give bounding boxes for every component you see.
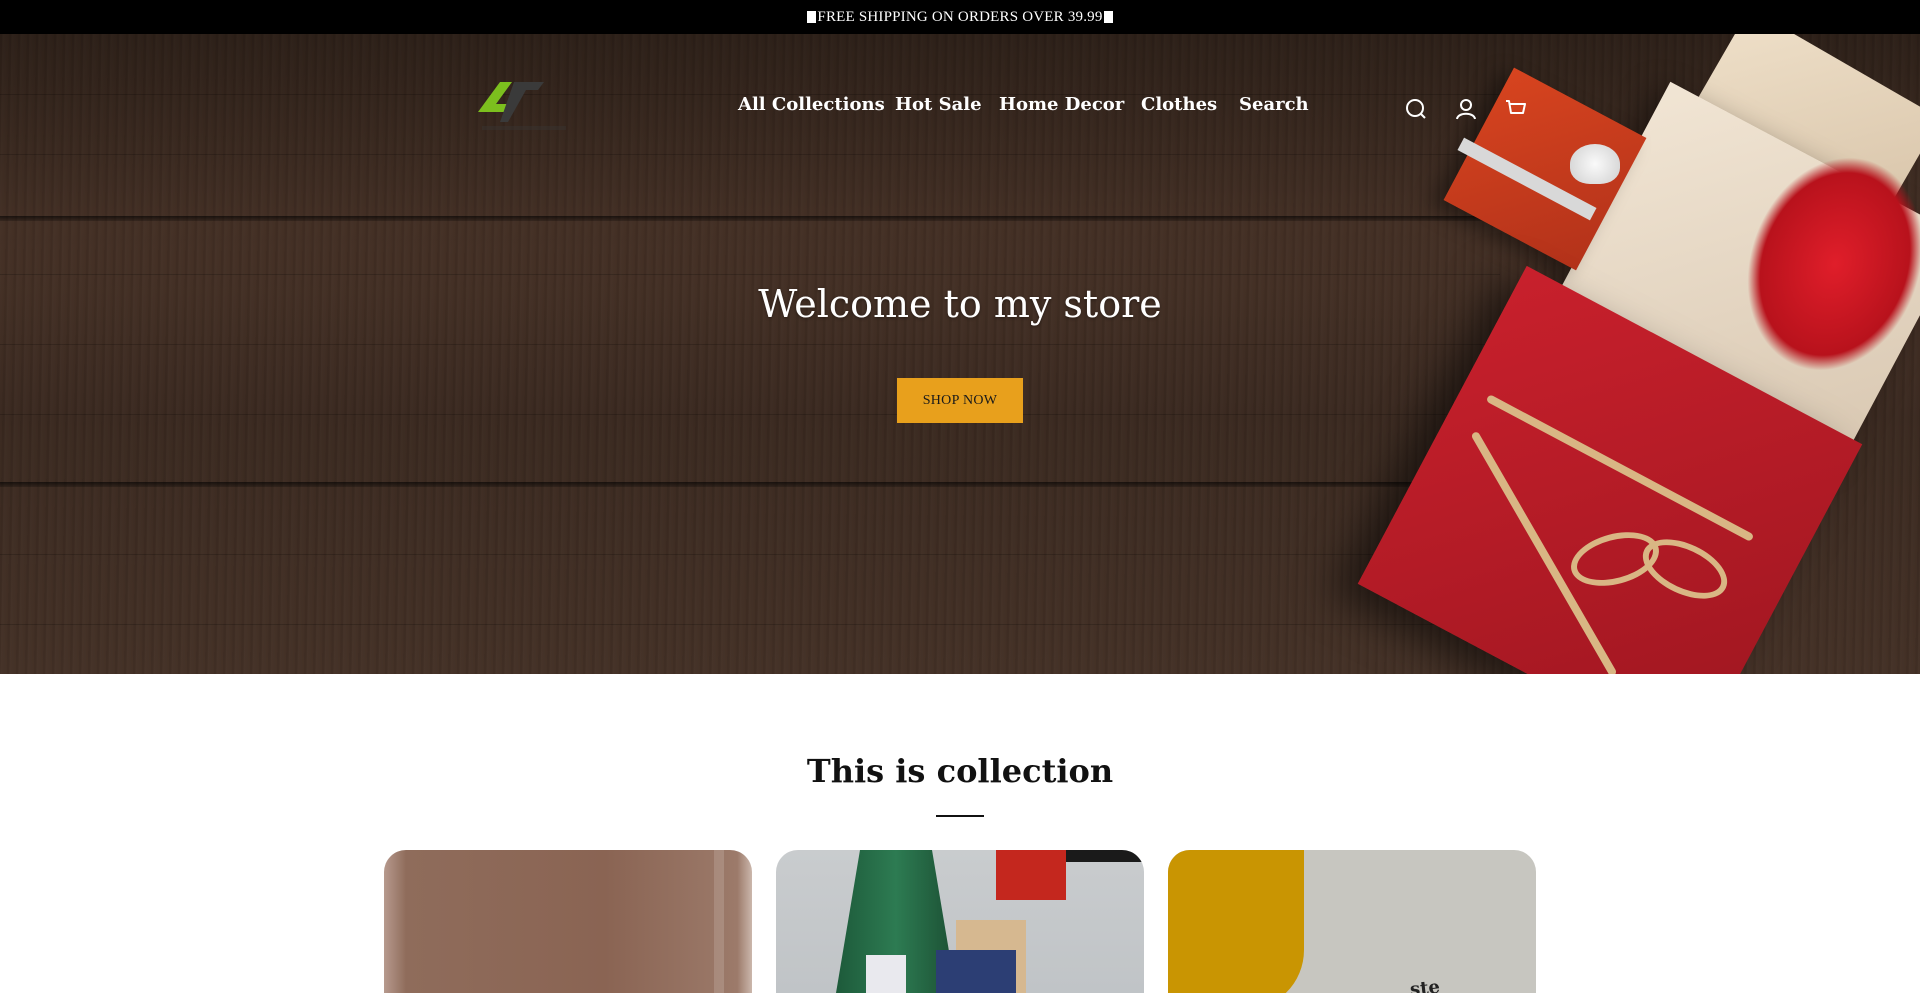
cart-icon <box>1506 100 1526 114</box>
search-button[interactable] <box>1403 96 1429 122</box>
main-nav: All Collections Hot Sale Home Decor Clot… <box>0 94 1920 124</box>
wood-plank-seam <box>0 482 1500 487</box>
gift-bow-image <box>1570 144 1620 184</box>
nav-search[interactable]: Search <box>1239 94 1309 115</box>
collection-card-3[interactable]: ste <box>1168 850 1536 993</box>
hero-banner <box>0 34 1920 674</box>
nav-hot-sale[interactable]: Hot Sale <box>895 94 982 115</box>
wood-grain <box>0 344 1500 345</box>
shopping-bag-image <box>866 955 906 993</box>
nav-clothes[interactable]: Clothes <box>1141 94 1217 115</box>
wood-grain <box>0 554 1500 555</box>
card-image-text: ste <box>1408 976 1441 993</box>
wood-grain <box>0 624 1500 625</box>
nav-home-decor[interactable]: Home Decor <box>999 94 1124 115</box>
collection-card-1[interactable] <box>384 850 752 993</box>
account-button[interactable] <box>1453 96 1479 122</box>
card-image-detail <box>714 850 724 993</box>
wood-grain <box>0 154 1500 155</box>
wood-plank-seam <box>0 216 1500 221</box>
collection-title: This is collection <box>806 752 1114 790</box>
nav-all-collections[interactable]: All Collections <box>738 94 885 115</box>
wood-grain <box>0 274 1500 275</box>
shop-now-button[interactable]: SHOP NOW <box>897 378 1023 423</box>
card-image-detail <box>1168 850 1304 993</box>
wood-grain <box>0 414 1500 415</box>
title-divider <box>936 815 984 817</box>
collection-card-2[interactable] <box>776 850 1144 993</box>
account-icon <box>1456 99 1476 120</box>
missing-glyph-icon <box>807 11 817 23</box>
search-icon <box>1406 99 1426 119</box>
announcement-text: FREE SHIPPING ON ORDERS OVER 39.99 <box>817 8 1103 25</box>
announcement-bar: FREE SHIPPING ON ORDERS OVER 39.99 <box>0 0 1920 34</box>
missing-glyph-icon <box>1103 11 1113 23</box>
cart-button[interactable] <box>1503 96 1529 122</box>
hero-title: Welcome to my store <box>758 282 1162 326</box>
card-image-detail <box>996 850 1066 900</box>
shopping-bag-image <box>936 950 1016 993</box>
